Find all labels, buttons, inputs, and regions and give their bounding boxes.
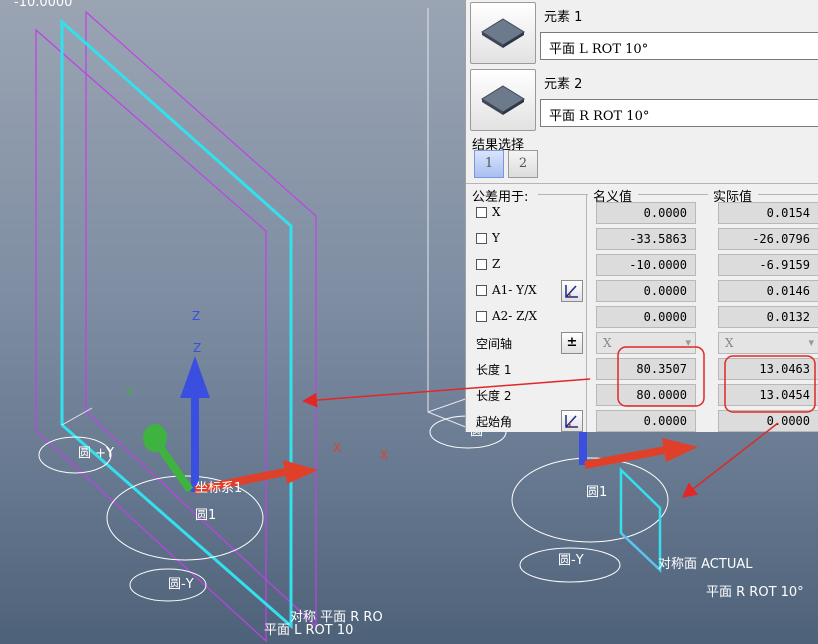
nominal-length-2[interactable]: 80.0000 xyxy=(596,384,696,406)
actual-a2[interactable]: 0.0132 xyxy=(718,306,818,328)
row-z[interactable]: Z xyxy=(476,257,500,271)
chevron-down-icon: ▾ xyxy=(808,336,814,349)
length-2-label: 长度 2 xyxy=(476,389,512,403)
label-coord-sys: 坐标系1 xyxy=(195,481,242,496)
tolerance-header: 公差用于: xyxy=(472,190,529,205)
actual-axis-value: X xyxy=(725,336,734,350)
chevron-down-icon: ▾ xyxy=(685,336,691,349)
label-circle-minus-y-right: 圆-Y xyxy=(558,553,584,568)
element-1-title: 元素 1 xyxy=(544,10,583,25)
row-y[interactable]: Y xyxy=(476,231,500,245)
plus-minus-button[interactable]: ± xyxy=(561,332,583,354)
actual-x[interactable]: 0.0154 xyxy=(718,202,818,224)
element-1-row: 元素 1 平面 L ROT 10° xyxy=(466,0,818,66)
nominal-start-angle[interactable]: 0.0000 xyxy=(596,410,696,432)
angle-tool-icon xyxy=(565,415,578,428)
axis-y-label: Y xyxy=(125,385,134,399)
actual-y[interactable]: -26.0796 xyxy=(718,228,818,250)
row-a1-label: A1- Y/X xyxy=(492,283,537,297)
nominal-axis-select[interactable]: X ▾ xyxy=(596,332,696,354)
axis-x-label-2: X xyxy=(380,448,388,462)
nominal-a2[interactable]: 0.0000 xyxy=(596,306,696,328)
actual-start-angle[interactable]: 0.0000 xyxy=(718,410,818,432)
coord-system-left: Z Z Y X X xyxy=(125,309,388,494)
plane-icon xyxy=(481,85,525,115)
actual-z[interactable]: -6.9159 xyxy=(718,254,818,276)
checkbox-y[interactable] xyxy=(476,233,487,244)
row-x[interactable]: X xyxy=(476,205,501,219)
row-a1[interactable]: A1- Y/X xyxy=(476,283,537,297)
axis-z-label-2: Z xyxy=(193,341,201,355)
element-2-field[interactable]: 平面 R ROT 10° xyxy=(540,99,818,127)
start-angle-tool-button[interactable] xyxy=(561,410,583,432)
label-symmetry-r: 对称 平面 R RO xyxy=(290,610,383,625)
nominal-z[interactable]: -10.0000 xyxy=(596,254,696,276)
label-plane-r-rot: 平面 R ROT 10° xyxy=(706,585,804,600)
dimension-dialog-panel: 元素 1 平面 L ROT 10° 元素 2 平面 R ROT 10° 结果选择… xyxy=(465,0,818,432)
label-plane-l: 平面 L ROT 10 xyxy=(264,623,353,638)
nominal-axis-value: X xyxy=(603,336,612,350)
row-z-label: Z xyxy=(492,257,501,271)
plane-l-outline xyxy=(35,10,317,643)
result-button-1[interactable]: 1 xyxy=(474,150,504,178)
element-1-icon-button[interactable] xyxy=(470,2,536,64)
label-circle-minus-y-left: 圆-Y xyxy=(168,577,194,592)
result-button-2[interactable]: 2 xyxy=(508,150,538,178)
space-axis-label: 空间轴 xyxy=(476,337,513,351)
row-a2[interactable]: A2- Z/X xyxy=(476,309,537,323)
axis-x-label: X xyxy=(333,441,341,455)
checkbox-a1[interactable] xyxy=(476,285,487,296)
symmetry-actual-plane xyxy=(619,467,662,573)
element-2-title: 元素 2 xyxy=(544,77,583,92)
row-x-label: X xyxy=(492,205,501,219)
actual-length-2[interactable]: 13.0454 xyxy=(718,384,818,406)
divider xyxy=(466,183,818,184)
top-readout: -10.0000 xyxy=(14,0,72,10)
nominal-x[interactable]: 0.0000 xyxy=(596,202,696,224)
element-2-row: 元素 2 平面 R ROT 10° xyxy=(466,67,818,133)
angle-tool-icon xyxy=(565,285,578,298)
nominal-a1[interactable]: 0.0000 xyxy=(596,280,696,302)
nominal-length-1[interactable]: 80.3507 xyxy=(596,358,696,380)
element-2-icon-button[interactable] xyxy=(470,69,536,131)
start-angle-label: 起始角 xyxy=(476,415,513,429)
label-circle-plus-y: 圆 +Y xyxy=(78,446,114,461)
checkbox-a2[interactable] xyxy=(476,311,487,322)
plane-icon xyxy=(481,18,525,48)
nominal-y[interactable]: -33.5863 xyxy=(596,228,696,250)
label-symmetry-actual: 对称面 ACTUAL xyxy=(658,557,753,572)
row-y-label: Y xyxy=(492,231,500,245)
length-1-label: 长度 1 xyxy=(476,363,512,377)
angle-tool-button[interactable] xyxy=(561,280,583,302)
actual-length-1[interactable]: 13.0463 xyxy=(718,358,818,380)
checkbox-z[interactable] xyxy=(476,259,487,270)
element-1-field[interactable]: 平面 L ROT 10° xyxy=(540,32,818,60)
row-a2-label: A2- Z/X xyxy=(492,309,538,323)
actual-axis-select[interactable]: X ▾ xyxy=(718,332,818,354)
axis-z-label: Z xyxy=(192,309,200,323)
circle1-right-ellipse xyxy=(511,457,669,543)
column-divider xyxy=(586,194,587,432)
coord-system-right xyxy=(579,430,698,469)
checkbox-x[interactable] xyxy=(476,207,487,218)
label-circle1-right: 圆1 xyxy=(586,485,607,500)
actual-a1[interactable]: 0.0146 xyxy=(718,280,818,302)
label-circle1-left: 圆1 xyxy=(195,508,216,523)
